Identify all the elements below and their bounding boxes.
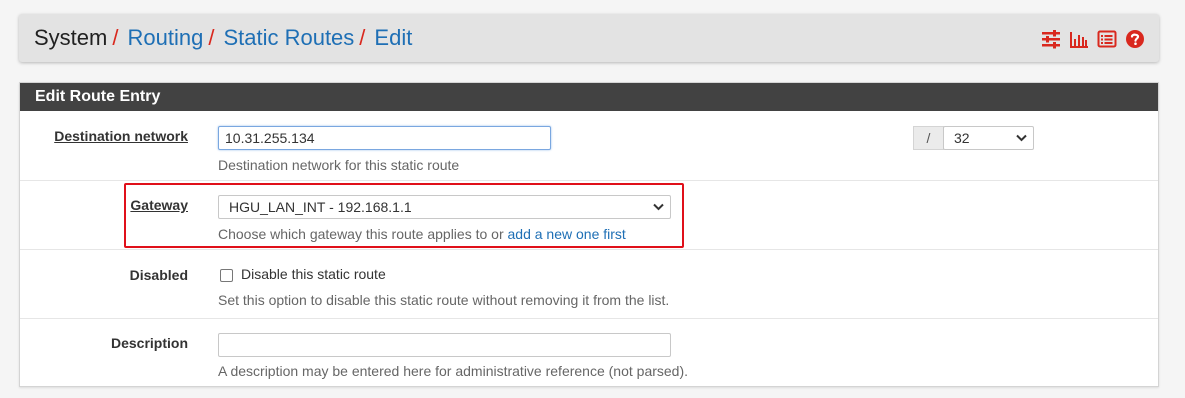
disabled-help: Set this option to disable this static r… [218,292,670,308]
help-icon[interactable] [1125,29,1145,49]
cidr-mask-select[interactable]: 32 [943,126,1034,150]
breadcrumb-edit-link[interactable]: Edit [374,25,412,51]
bar-chart-icon[interactable] [1069,29,1089,49]
gateway-help-text: Choose which gateway this route applies … [218,226,508,242]
chevron-down-icon [1016,134,1027,142]
list-icon[interactable] [1097,29,1117,49]
panel-title: Edit Route Entry [20,83,1158,111]
chevron-down-icon [653,203,664,211]
description-label: Description [110,335,188,351]
header-icon-group [1041,29,1145,49]
breadcrumb-separator: / [112,25,119,50]
cidr-slash-addon: / [913,126,944,150]
gateway-selected-value: HGU_LAN_INT - 192.168.1.1 [229,199,412,215]
description-row: Description A description may be entered… [20,319,1158,387]
destination-network-help: Destination network for this static rout… [218,157,460,173]
breadcrumb-routing-link[interactable]: Routing [127,25,203,51]
disable-route-checkbox-label[interactable]: Disable this static route [241,266,386,282]
gateway-label: Gateway [130,197,188,213]
breadcrumb-separator: / [208,25,215,50]
destination-network-input[interactable]: 10.31.255.134 [218,126,551,150]
edit-route-panel: Edit Route Entry Destination network 10.… [19,82,1159,387]
destination-network-row: Destination network 10.31.255.134 Destin… [20,111,1158,181]
disabled-label: Disabled [129,267,188,283]
destination-network-label: Destination network [54,128,188,144]
disable-route-checkbox[interactable] [220,269,233,282]
add-gateway-link[interactable]: add a new one first [508,226,626,242]
breadcrumb-separator: / [359,25,366,50]
gateway-select[interactable]: HGU_LAN_INT - 192.168.1.1 [218,195,671,219]
cidr-mask-value: 32 [954,130,970,146]
description-help: A description may be entered here for ad… [218,363,689,379]
gateway-row: Gateway HGU_LAN_INT - 192.168.1.1 Choose… [20,181,1158,250]
description-input[interactable] [218,333,671,357]
disabled-row: Disabled Disable this static route Set t… [20,250,1158,319]
sliders-icon[interactable] [1041,29,1061,49]
gateway-help: Choose which gateway this route applies … [218,226,626,242]
breadcrumb-static-routes-link[interactable]: Static Routes [223,25,354,51]
breadcrumb-system: System [34,25,108,50]
breadcrumb: System / Routing / Static Routes / Edit [19,14,1159,62]
